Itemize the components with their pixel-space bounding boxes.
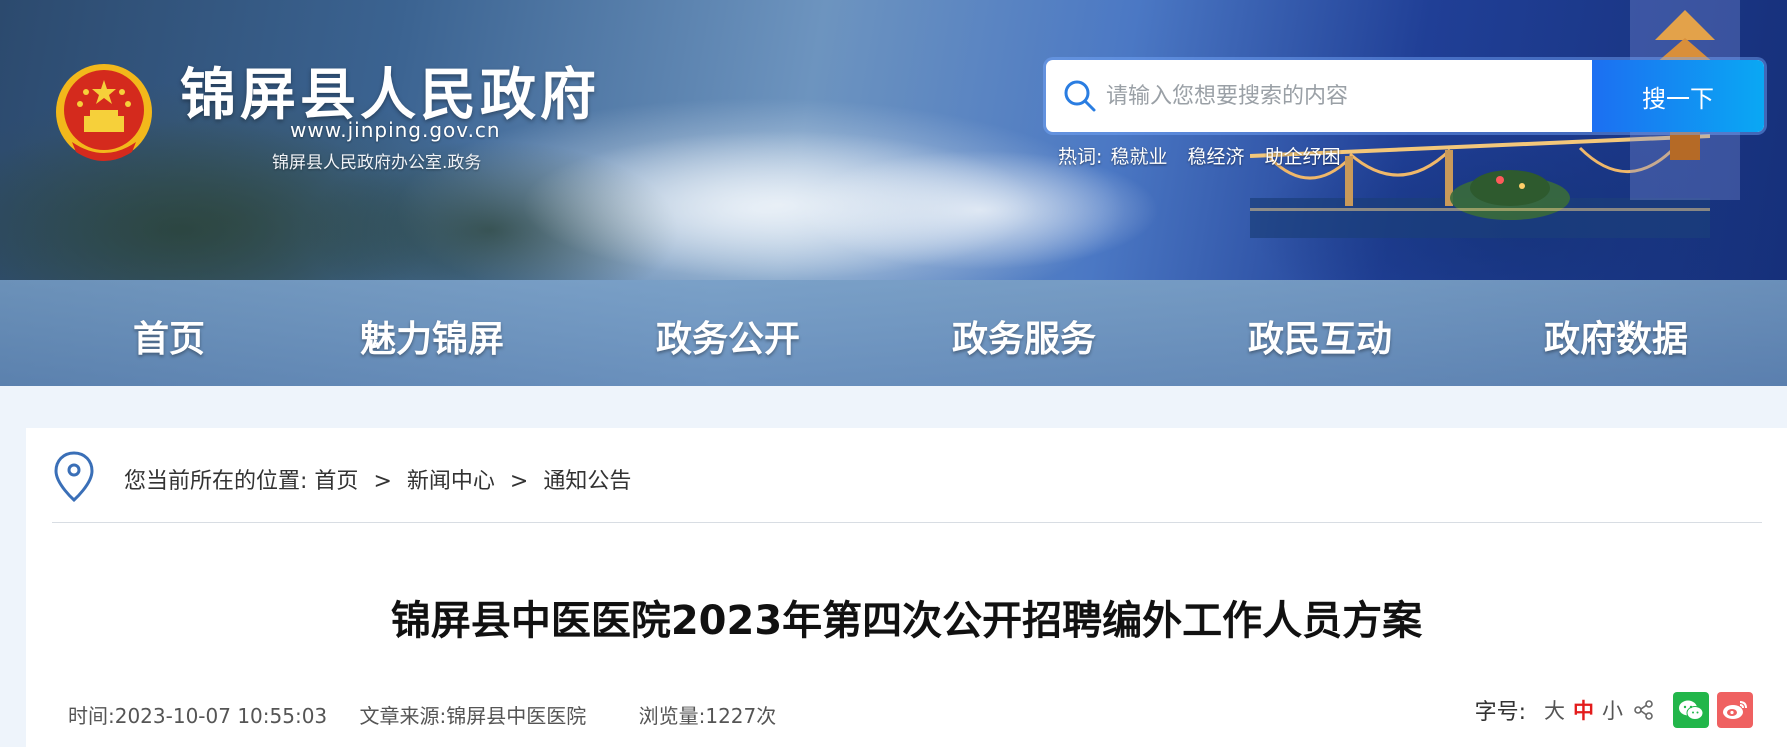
search-box: 搜一下 [1046, 60, 1764, 132]
article-source: 文章来源:锦屏县中医医院 [359, 704, 587, 728]
article-meta: 时间:2023-10-07 10:55:03 文章来源:锦屏县中医医院 浏览量:… [68, 700, 802, 729]
hotwords-label: 热词: [1058, 146, 1103, 168]
search-button[interactable]: 搜一下 [1592, 60, 1764, 132]
breadcrumb-news-center[interactable]: 新闻中心 [407, 469, 495, 494]
nav-item-gov-services[interactable]: 政务服务 [952, 310, 1096, 362]
search-icon [1064, 80, 1096, 112]
article-tools: 字号: 大 中 小 [1475, 690, 1753, 730]
main-nav: 首页 魅力锦屏 政务公开 政务服务 政民互动 政府数据 [0, 280, 1787, 386]
wechat-share-button[interactable] [1673, 692, 1709, 728]
view-count: 浏览量:1227次 [638, 704, 777, 728]
location-pin-icon [54, 451, 94, 503]
nav-item-interaction[interactable]: 政民互动 [1248, 310, 1392, 362]
font-size-label: 字号: [1474, 700, 1526, 725]
nav-item-gov-data[interactable]: 政府数据 [1544, 310, 1688, 362]
nav-item-home[interactable]: 首页 [133, 310, 205, 362]
breadcrumb-prefix: 您当前所在的位置: [124, 469, 308, 494]
weibo-share-button[interactable] [1717, 692, 1753, 728]
wechat-icon [1679, 700, 1704, 720]
hotword-link[interactable]: 稳就业 [1110, 146, 1167, 168]
nav-item-gov-affairs-disclosure[interactable]: 政务公开 [656, 310, 800, 362]
breadcrumb-separator: > [509, 469, 529, 494]
font-size-large[interactable]: 大 [1544, 695, 1565, 725]
site-url: www.jinping.gov.cn [290, 118, 501, 142]
article-title: 锦屏县中医医院2023年第四次公开招聘编外工作人员方案 [390, 598, 1423, 644]
national-emblem-icon [56, 64, 152, 161]
publish-time: 时间:2023-10-07 10:55:03 [68, 704, 328, 728]
hotword-link[interactable]: 助企纾困 [1265, 146, 1341, 168]
breadcrumb-home[interactable]: 首页 [314, 469, 358, 494]
site-subtitle: 锦屏县人民政府办公室.政务 [272, 153, 482, 173]
breadcrumb-notices[interactable]: 通知公告 [543, 469, 631, 494]
divider [52, 522, 1762, 523]
search-input[interactable] [1106, 60, 1626, 132]
breadcrumb: 您当前所在的位置: 首页 > 新闻中心 > 通知公告 [124, 463, 631, 495]
article-card: 您当前所在的位置: 首页 > 新闻中心 > 通知公告 锦屏县中医医院2023年第… [26, 428, 1787, 747]
hotword-link[interactable]: 稳经济 [1188, 146, 1245, 168]
font-size-medium[interactable]: 中 [1573, 695, 1594, 725]
hotwords: 热词: 稳就业 稳经济 助企纾困 [1058, 142, 1355, 169]
share-icon[interactable] [1633, 699, 1655, 721]
weibo-icon [1723, 701, 1747, 719]
header-banner: 锦屏县人民政府 www.jinping.gov.cn 锦屏县人民政府办公室.政务… [0, 0, 1787, 280]
nav-item-charm[interactable]: 魅力锦屏 [360, 310, 504, 362]
font-size-small[interactable]: 小 [1602, 695, 1623, 725]
breadcrumb-separator: > [373, 469, 392, 494]
